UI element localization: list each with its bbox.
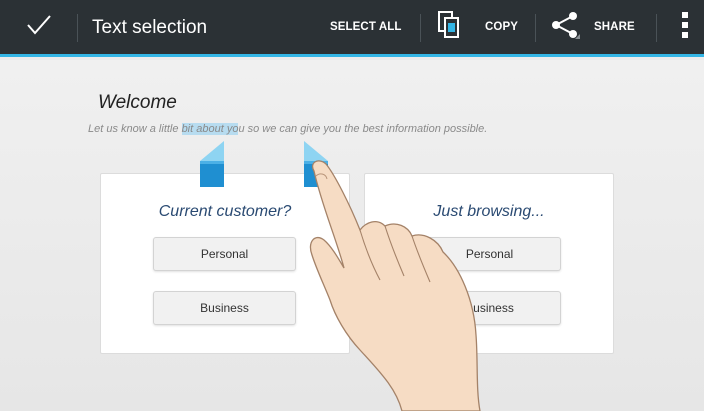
hand-pointer-illustration (0, 0, 704, 411)
